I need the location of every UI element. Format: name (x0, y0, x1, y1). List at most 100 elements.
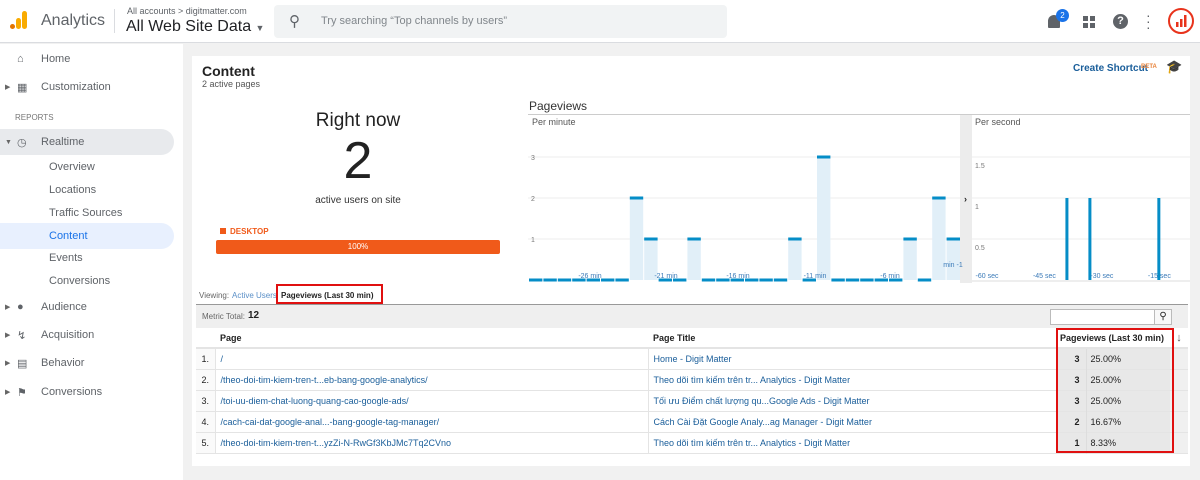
bar[interactable] (788, 237, 802, 241)
bar[interactable] (903, 237, 917, 241)
sidebar-item-audience[interactable]: ▶ ● Audience (0, 294, 174, 320)
label: Conversions (41, 386, 103, 398)
search-input[interactable]: ⚲ Try searching “Top channels by users” (274, 5, 727, 38)
table-row: 3./toi-uu-diem-chat-luong-quang-cao-goog… (196, 390, 1188, 411)
label: Customization (41, 81, 111, 93)
bar[interactable] (601, 278, 615, 282)
page-link[interactable]: / (215, 348, 649, 369)
label: Behavior (41, 357, 85, 369)
expand-icon: ▶ (5, 360, 11, 367)
bar[interactable] (701, 278, 716, 282)
sidebar-item-realtime-conversions[interactable]: Conversions (0, 268, 174, 294)
col-page-title[interactable]: Page Title (648, 328, 1058, 348)
y-tick-label: 1 (975, 204, 979, 211)
pages-table: Page Page Title Pageviews (Last 30 min) … (196, 328, 1188, 454)
row-index: 1. (196, 348, 216, 369)
y-tick-label: 0.5 (975, 245, 985, 252)
notification-badge: 2 (1056, 9, 1069, 22)
page-title-link[interactable]: Theo dõi tìm kiếm trên tr... Analytics -… (648, 369, 1058, 390)
sidebar-item-home[interactable]: ⌂ Home (0, 46, 174, 72)
x-tick-label: -16 min (726, 273, 749, 280)
breadcrumb[interactable]: All accounts > digitmatter.com (127, 6, 247, 16)
bar-fill (629, 198, 644, 280)
dashboard-icon: ▦ (17, 81, 28, 94)
device-label: DESKTOP (230, 227, 269, 236)
sidebar-item-behavior[interactable]: ▶ ▤ Behavior (0, 350, 174, 376)
sidebar-item-realtime[interactable]: ▼ ◷ Realtime (0, 129, 174, 155)
bar[interactable] (773, 278, 788, 282)
label: Audience (41, 301, 87, 313)
bar[interactable] (1157, 198, 1161, 280)
graduation-cap-icon[interactable]: 🎓 (1166, 59, 1182, 75)
bar-fill (946, 239, 960, 280)
caret-down-icon: ▼ (255, 23, 265, 33)
col-index (196, 328, 215, 348)
page-link[interactable]: /theo-doi-tim-kiem-tren-t...yzZi-N-RwGf3… (215, 432, 649, 453)
help-icon[interactable]: ? (1113, 14, 1128, 29)
metric-total-value: 12 (248, 310, 260, 321)
label: Realtime (41, 136, 85, 148)
sidebar-item-conversions[interactable]: ▶ ⚑ Conversions (0, 379, 174, 405)
more-vert-icon[interactable]: · · · (1146, 8, 1151, 34)
row-index: 5. (196, 432, 216, 453)
bar[interactable] (845, 278, 860, 282)
bar[interactable] (529, 278, 543, 282)
bar[interactable] (946, 237, 960, 241)
expand-icon: ▶ (5, 332, 11, 339)
table-row: 5./theo-doi-tim-kiem-tren-t...yzZi-N-RwG… (196, 432, 1188, 453)
device-bar-fill: 100% (216, 240, 500, 254)
x-tick-label: -11 min (804, 273, 827, 280)
page-title-link[interactable]: Cách Cài Đặt Google Analy...ag Manager -… (648, 411, 1058, 432)
bar-fill (687, 239, 701, 280)
apps-grid-icon[interactable] (1083, 16, 1095, 28)
bar[interactable] (557, 278, 572, 282)
bar[interactable] (831, 278, 845, 282)
col-page[interactable]: Page (215, 328, 648, 348)
bar[interactable] (615, 278, 629, 282)
page-title-link[interactable]: Theo dõi tìm kiếm trên tr... Analytics -… (648, 432, 1058, 453)
collapse-icon: ▼ (5, 138, 12, 146)
label: Content (49, 230, 88, 242)
sidebar-item-acquisition[interactable]: ▶ ↯ Acquisition (0, 322, 174, 348)
per-minute-label: Per minute (532, 117, 576, 127)
label: Acquisition (41, 329, 95, 341)
bar[interactable] (817, 155, 831, 159)
page-link[interactable]: /cach-cai-dat-google-anal...-bang-google… (215, 411, 649, 432)
bar[interactable] (629, 196, 644, 200)
property-selector[interactable]: All Web Site Data ▼ (126, 18, 264, 36)
bar[interactable] (932, 196, 946, 200)
create-shortcut-link[interactable]: Create Shortcut (1073, 63, 1148, 74)
search-icon: ⚲ (289, 13, 300, 30)
tab-active-users[interactable]: Active Users (232, 291, 277, 300)
row-index: 2. (196, 369, 216, 390)
analytics-logo-icon (10, 11, 27, 29)
sidebar-item-customization[interactable]: ▶ ▦ Customization (0, 74, 174, 100)
label: Traffic Sources (49, 207, 123, 219)
bar[interactable] (1088, 198, 1092, 280)
label: Home (41, 53, 71, 65)
page-link[interactable]: /toi-uu-diem-chat-luong-quang-cao-google… (215, 390, 649, 411)
bar[interactable] (759, 278, 773, 282)
x-tick-label: min -1 (943, 262, 963, 269)
page-title-link[interactable]: Home - Digit Matter (648, 348, 1058, 369)
bar[interactable] (543, 278, 557, 282)
label: Events (49, 252, 83, 264)
bar[interactable] (917, 278, 932, 282)
bar[interactable] (687, 237, 701, 241)
bar[interactable] (644, 237, 658, 241)
table-search-button[interactable]: ⚲ (1154, 309, 1172, 325)
app-name: Analytics (41, 12, 106, 29)
behavior-icon: ▤ (17, 357, 28, 370)
expand-arrow-icon[interactable]: › (964, 194, 967, 204)
page-link[interactable]: /theo-doi-tim-kiem-tren-t...eb-bang-goog… (215, 369, 649, 390)
table-row: 2./theo-doi-tim-kiem-tren-t...eb-bang-go… (196, 369, 1188, 390)
page-title-link[interactable]: Tối ưu Điểm chất lượng qu...Google Ads -… (648, 390, 1058, 411)
sidebar: ⌂ Home ▶ ▦ Customization REPORTS ▼ ◷ Realtime… (0, 44, 183, 480)
bar-fill (817, 157, 831, 280)
bar-fill (788, 239, 802, 280)
bar[interactable] (1065, 198, 1069, 280)
account-avatar-icon[interactable] (1168, 8, 1194, 34)
bar-fill (903, 239, 917, 280)
reports-heading: REPORTS (15, 113, 54, 122)
bar[interactable] (860, 278, 874, 282)
